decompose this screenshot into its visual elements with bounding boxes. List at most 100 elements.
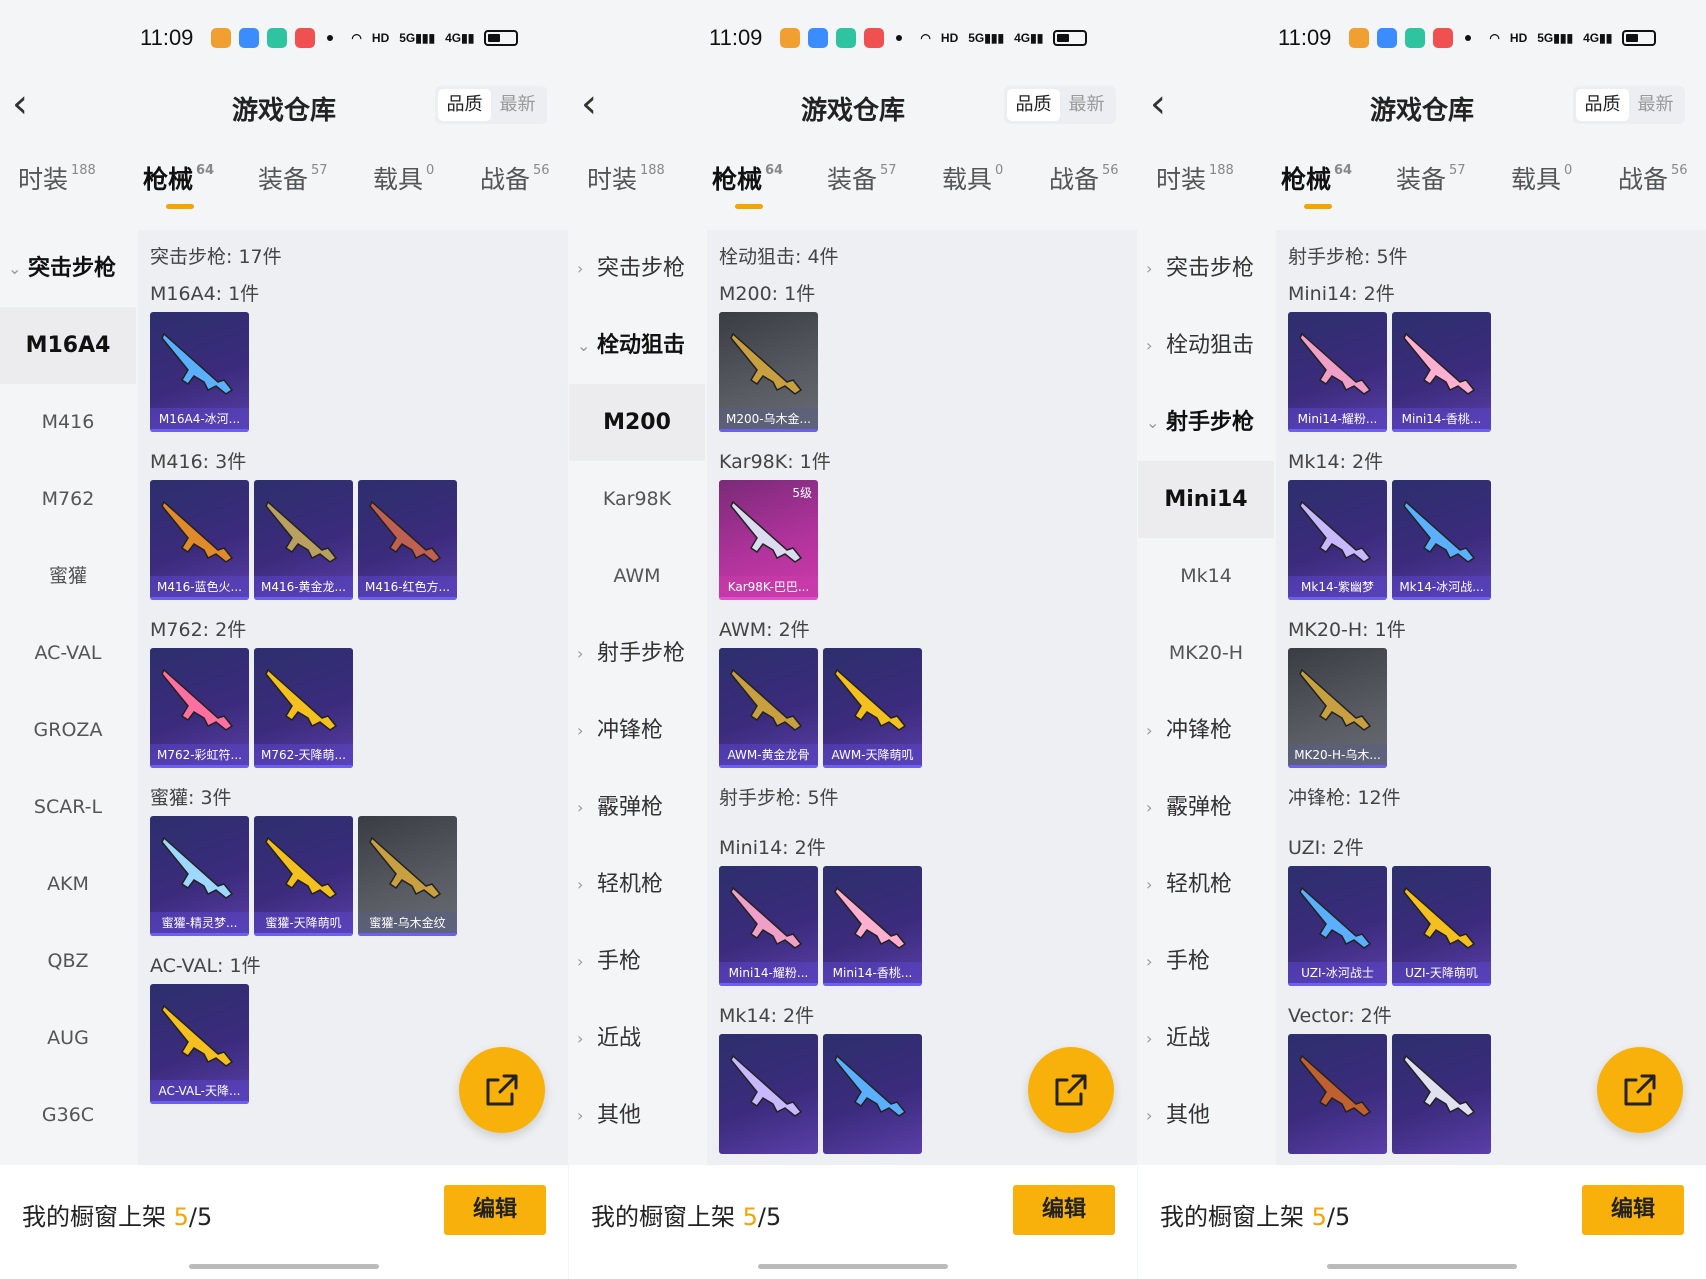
home-indicator[interactable] bbox=[189, 1264, 379, 1269]
edit-button[interactable]: 编辑 bbox=[444, 1185, 546, 1235]
tab-count: 64 bbox=[765, 163, 784, 178]
sidebar-group[interactable]: › 近战 bbox=[1138, 1000, 1274, 1077]
sidebar-item[interactable]: Mk14 bbox=[1138, 538, 1274, 615]
skin-card[interactable]: Mini14-香桃... bbox=[823, 866, 922, 986]
tab-1[interactable]: 枪械 64 bbox=[712, 160, 784, 209]
skin-card[interactable]: 蜜獾-乌木金纹 bbox=[358, 816, 457, 936]
sidebar-item[interactable]: G36C bbox=[0, 1077, 136, 1154]
edit-button[interactable]: 编辑 bbox=[1013, 1185, 1115, 1235]
share-icon bbox=[1055, 1074, 1087, 1106]
home-indicator[interactable] bbox=[1327, 1264, 1517, 1269]
sidebar-group[interactable]: ⌄ 栓动狙击 bbox=[569, 307, 705, 384]
sidebar-item[interactable]: MK20-H bbox=[1138, 615, 1274, 692]
tab-count: 0 bbox=[1564, 163, 1573, 178]
tab-2[interactable]: 装备 57 bbox=[258, 160, 328, 196]
sidebar-item[interactable]: Kar98K bbox=[569, 461, 705, 538]
skin-card[interactable]: Mk14-紫幽梦 bbox=[1288, 480, 1387, 600]
sidebar-item[interactable]: M200 bbox=[569, 384, 705, 461]
sidebar-label: 栓动狙击 bbox=[1166, 333, 1255, 358]
share-fab-button[interactable] bbox=[459, 1047, 545, 1133]
sidebar-item[interactable]: Mini14 bbox=[1138, 461, 1274, 538]
skin-card[interactable]: M416-蓝色火... bbox=[150, 480, 249, 600]
sort-latest-button[interactable]: 最新 bbox=[1060, 89, 1113, 121]
skin-card[interactable]: M762-天降萌... bbox=[254, 648, 353, 768]
share-fab-button[interactable] bbox=[1597, 1047, 1683, 1133]
sidebar-group[interactable]: ⌄ 射手步枪 bbox=[1138, 384, 1274, 461]
sidebar-group[interactable]: › 近战 bbox=[569, 1000, 705, 1077]
sidebar-item[interactable]: M16A4 bbox=[0, 307, 136, 384]
tab-3[interactable]: 载具 0 bbox=[373, 160, 434, 196]
sidebar-item[interactable]: GROZA bbox=[0, 692, 136, 769]
sidebar-label: AKM bbox=[47, 873, 89, 895]
skin-card[interactable]: AWM-黄金龙骨 bbox=[719, 648, 818, 768]
sidebar-label: 近战 bbox=[597, 1026, 642, 1051]
share-fab-button[interactable] bbox=[1028, 1047, 1114, 1133]
sidebar-group[interactable]: › 栓动狙击 bbox=[1138, 307, 1274, 384]
home-indicator[interactable] bbox=[758, 1264, 948, 1269]
tab-4[interactable]: 战备 56 bbox=[1049, 160, 1119, 196]
sidebar-group[interactable]: › 霰弹枪 bbox=[569, 769, 705, 846]
sidebar-item[interactable]: 蜜獾 bbox=[0, 538, 136, 615]
skin-card[interactable]: M416-黄金龙... bbox=[254, 480, 353, 600]
skin-card[interactable]: 5级 Kar98K-巴巴... bbox=[719, 480, 818, 600]
skin-card[interactable]: Mini14-香桃... bbox=[1392, 312, 1491, 432]
sidebar-item[interactable]: QBZ bbox=[0, 923, 136, 1000]
tab-2[interactable]: 装备 57 bbox=[827, 160, 897, 196]
sidebar-group[interactable]: › 霰弹枪 bbox=[1138, 769, 1274, 846]
tab-1[interactable]: 枪械 64 bbox=[1281, 160, 1352, 209]
tab-1[interactable]: 枪械 64 bbox=[143, 160, 214, 209]
sidebar-group[interactable]: › 轻机枪 bbox=[569, 846, 705, 923]
sort-latest-button[interactable]: 最新 bbox=[1629, 89, 1682, 121]
skin-card[interactable] bbox=[1392, 1034, 1491, 1154]
sidebar-item[interactable]: M762 bbox=[0, 461, 136, 538]
skin-card[interactable]: M16A4-冰河... bbox=[150, 312, 249, 432]
sidebar-item[interactable]: M416 bbox=[0, 384, 136, 461]
skin-card[interactable]: AWM-天降萌叽 bbox=[823, 648, 922, 768]
sidebar-group[interactable]: › 突击步枪 bbox=[1138, 230, 1274, 307]
skin-card[interactable] bbox=[1288, 1034, 1387, 1154]
tab-0[interactable]: 时装 188 bbox=[587, 160, 665, 196]
sidebar-group[interactable]: › 其他 bbox=[569, 1077, 705, 1154]
skin-card[interactable] bbox=[719, 1034, 818, 1154]
showcase-count: 5 bbox=[742, 1203, 758, 1231]
sort-quality-button[interactable]: 品质 bbox=[1007, 89, 1060, 121]
skin-card[interactable]: 蜜獾-精灵梦... bbox=[150, 816, 249, 936]
sidebar-item[interactable]: AC-VAL bbox=[0, 615, 136, 692]
skin-card[interactable]: Mini14-耀粉... bbox=[1288, 312, 1387, 432]
skin-card[interactable]: AC-VAL-天降... bbox=[150, 984, 249, 1104]
tab-2[interactable]: 装备 57 bbox=[1396, 160, 1466, 196]
sort-latest-button[interactable]: 最新 bbox=[491, 89, 544, 121]
sidebar-group[interactable]: › 手枪 bbox=[569, 923, 705, 1000]
sidebar-group[interactable]: › 手枪 bbox=[1138, 923, 1274, 1000]
skin-card[interactable]: UZI-天降萌叽 bbox=[1392, 866, 1491, 986]
sidebar-item[interactable]: SCAR-L bbox=[0, 769, 136, 846]
sort-quality-button[interactable]: 品质 bbox=[438, 89, 491, 121]
sidebar-group[interactable]: › 轻机枪 bbox=[1138, 846, 1274, 923]
skin-card[interactable] bbox=[823, 1034, 922, 1154]
skin-card[interactable]: Mk14-冰河战... bbox=[1392, 480, 1491, 600]
tab-3[interactable]: 载具 0 bbox=[1511, 160, 1572, 196]
skin-card[interactable]: 蜜獾-天降萌叽 bbox=[254, 816, 353, 936]
sidebar-group[interactable]: › 其他 bbox=[1138, 1077, 1274, 1154]
sidebar-group[interactable]: › 突击步枪 bbox=[569, 230, 705, 307]
sidebar-item[interactable]: AWM bbox=[569, 538, 705, 615]
sidebar-item[interactable]: AKM bbox=[0, 846, 136, 923]
edit-button[interactable]: 编辑 bbox=[1582, 1185, 1684, 1235]
tab-3[interactable]: 载具 0 bbox=[942, 160, 1003, 196]
skin-card[interactable]: M416-红色方... bbox=[358, 480, 457, 600]
skin-card[interactable]: MK20-H-乌木... bbox=[1288, 648, 1387, 768]
tab-4[interactable]: 战备 56 bbox=[1618, 160, 1688, 196]
sort-quality-button[interactable]: 品质 bbox=[1576, 89, 1629, 121]
sidebar-group[interactable]: › 射手步枪 bbox=[569, 615, 705, 692]
skin-card[interactable]: Mini14-耀粉... bbox=[719, 866, 818, 986]
tab-0[interactable]: 时装 188 bbox=[18, 160, 96, 196]
sidebar-group[interactable]: › 冲锋枪 bbox=[569, 692, 705, 769]
sidebar-group[interactable]: ⌄ 突击步枪 bbox=[0, 230, 136, 307]
sidebar-group[interactable]: › 冲锋枪 bbox=[1138, 692, 1274, 769]
skin-card[interactable]: UZI-冰河战士 bbox=[1288, 866, 1387, 986]
tab-0[interactable]: 时装 188 bbox=[1156, 160, 1234, 196]
skin-card[interactable]: M762-彩虹符... bbox=[150, 648, 249, 768]
skin-card[interactable]: M200-乌木金... bbox=[719, 312, 818, 432]
tab-4[interactable]: 战备 56 bbox=[480, 160, 550, 196]
sidebar-item[interactable]: AUG bbox=[0, 1000, 136, 1077]
